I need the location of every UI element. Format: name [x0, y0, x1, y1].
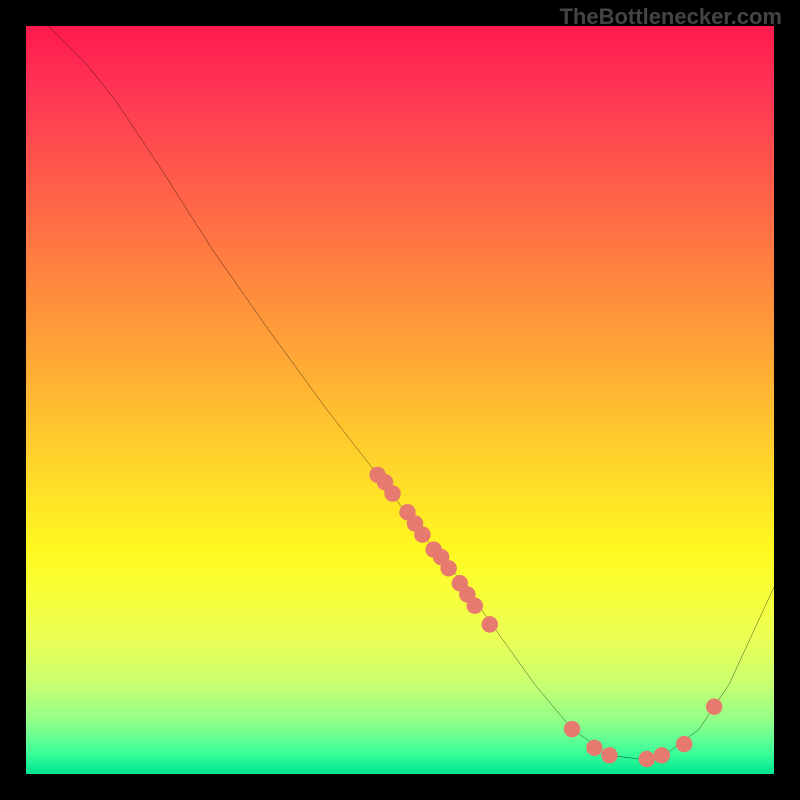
data-marker: [564, 721, 580, 737]
curve-line: [48, 26, 774, 759]
watermark-text: TheBottlenecker.com: [559, 4, 782, 30]
data-marker: [482, 616, 498, 632]
data-marker: [384, 485, 400, 501]
data-marker: [676, 736, 692, 752]
data-markers: [369, 467, 722, 768]
data-marker: [706, 698, 722, 714]
data-marker: [654, 747, 670, 763]
data-marker: [639, 751, 655, 767]
data-marker: [586, 740, 602, 756]
data-marker: [601, 747, 617, 763]
data-marker: [467, 597, 483, 613]
data-marker: [414, 526, 430, 542]
chart-svg: [26, 26, 774, 774]
data-marker: [440, 560, 456, 576]
